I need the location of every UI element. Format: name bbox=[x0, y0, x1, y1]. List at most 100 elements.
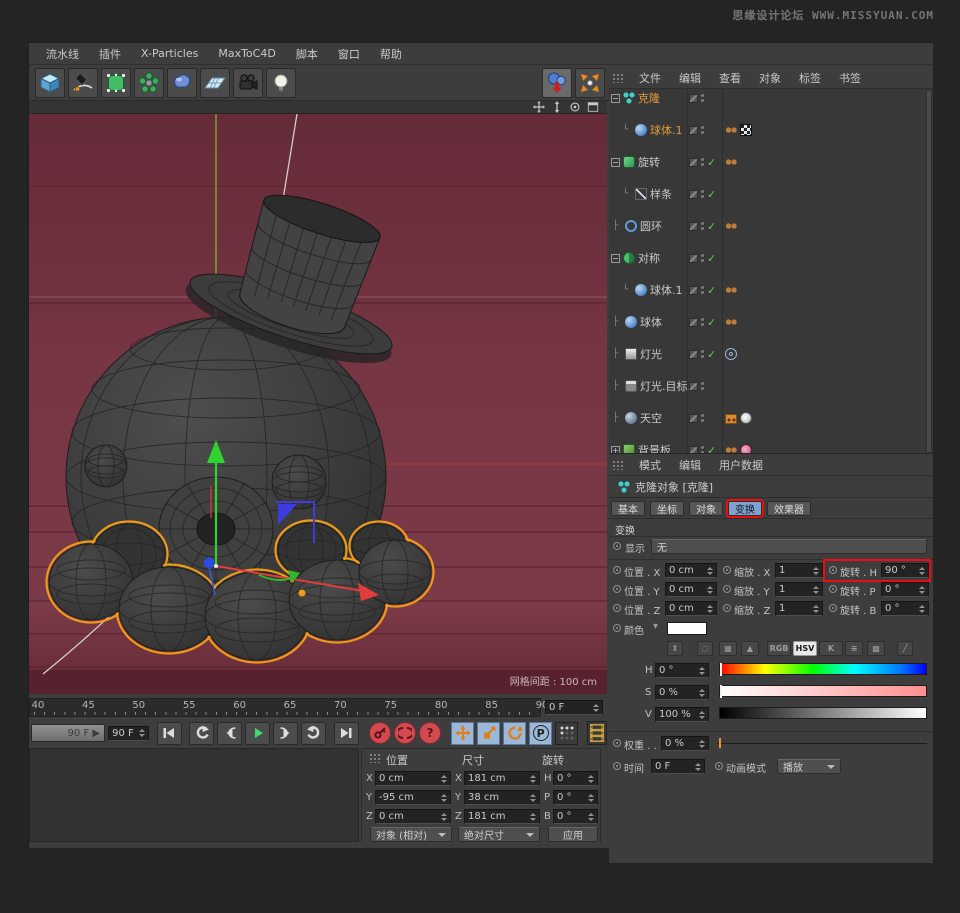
timeline-film-icon[interactable] bbox=[587, 721, 607, 745]
weight-slider-handle[interactable] bbox=[719, 738, 721, 748]
position-field[interactable]: 0 cm bbox=[665, 563, 717, 578]
spline-pen-icon[interactable] bbox=[68, 68, 98, 98]
keyframe-dot-icon[interactable] bbox=[613, 762, 621, 770]
viewport[interactable]: 网格间距 : 100 cm bbox=[29, 101, 607, 694]
om-menu-item-4[interactable]: 标签 bbox=[790, 68, 830, 88]
apply-button[interactable]: 应用 bbox=[548, 827, 598, 842]
visibility-dots-icon[interactable] bbox=[701, 350, 704, 358]
layer-box-icon[interactable] bbox=[689, 158, 698, 167]
color-wheel-icon[interactable]: ◌ bbox=[697, 641, 713, 656]
enabled-checkmark-icon[interactable]: ✓ bbox=[707, 348, 717, 361]
visibility-cell[interactable]: ✓ bbox=[689, 282, 717, 298]
object-row-球体[interactable]: ├球体✓ bbox=[609, 314, 933, 330]
visibility-cell[interactable] bbox=[689, 378, 717, 394]
stepper-icon[interactable] bbox=[699, 740, 705, 748]
hsv-field[interactable]: 0 ° bbox=[655, 663, 709, 678]
object-row-灯光[interactable]: ├灯光✓ bbox=[609, 346, 933, 362]
key-scale-button[interactable] bbox=[477, 722, 500, 745]
scale-field[interactable]: 1 bbox=[775, 582, 823, 597]
cage-deformer-icon[interactable] bbox=[101, 68, 131, 98]
visibility-cell[interactable]: ✓ bbox=[689, 218, 717, 234]
visibility-dots-icon[interactable] bbox=[701, 190, 704, 198]
coords-rotation-field[interactable]: 0 ° bbox=[553, 790, 598, 805]
object-row-旋转[interactable]: −旋转✓ bbox=[609, 154, 933, 170]
weight-field[interactable]: 0 % bbox=[661, 736, 709, 751]
coords-position-field[interactable]: -95 cm bbox=[375, 790, 451, 805]
stepper-icon[interactable] bbox=[588, 813, 594, 821]
tag-phong-icon[interactable] bbox=[725, 124, 737, 136]
panel-grip-icon[interactable] bbox=[612, 460, 624, 470]
tag-compositing-icon[interactable] bbox=[725, 414, 737, 424]
enabled-checkmark-icon[interactable]: ✓ bbox=[707, 444, 717, 455]
layer-box-icon[interactable] bbox=[689, 414, 698, 423]
panel-grip-icon[interactable] bbox=[612, 73, 624, 83]
viewport-canvas[interactable] bbox=[29, 114, 607, 694]
enabled-checkmark-icon[interactable]: ✓ bbox=[707, 156, 717, 169]
array-object-icon[interactable] bbox=[134, 68, 164, 98]
spectrum-icon[interactable]: ▦ bbox=[719, 641, 737, 656]
key-parameter-button[interactable]: P bbox=[529, 722, 552, 745]
current-frame-field[interactable]: 90 F bbox=[108, 726, 149, 741]
key-rotation-button[interactable] bbox=[503, 722, 526, 745]
coords-size-field[interactable]: 181 cm bbox=[464, 809, 540, 824]
stepper-icon[interactable] bbox=[441, 813, 447, 821]
stepper-icon[interactable] bbox=[919, 586, 925, 594]
keyframe-dot-icon[interactable] bbox=[613, 585, 621, 593]
stepper-icon[interactable] bbox=[588, 775, 594, 783]
keyframe-dot-icon[interactable] bbox=[723, 585, 731, 593]
timeline-power-slider[interactable]: 90 F ▶ bbox=[31, 724, 105, 742]
expand-toggle-icon[interactable]: − bbox=[611, 158, 620, 167]
object-row-天空[interactable]: ├天空 bbox=[609, 410, 933, 426]
keyframe-dot-icon[interactable] bbox=[613, 542, 621, 550]
next-key-button[interactable] bbox=[301, 722, 326, 745]
tab-对象[interactable]: 对象 bbox=[689, 501, 723, 516]
stepper-icon[interactable] bbox=[699, 667, 705, 675]
light-icon[interactable] bbox=[266, 68, 296, 98]
object-row-球体.1[interactable]: └球体.1✓ bbox=[609, 282, 933, 298]
stepper-icon[interactable] bbox=[707, 605, 713, 613]
color-collapse-caret-icon[interactable]: ▾ bbox=[653, 621, 658, 632]
visibility-dots-icon[interactable] bbox=[701, 286, 704, 294]
visibility-cell[interactable]: ✓ bbox=[689, 154, 717, 170]
tab-基本[interactable]: 基本 bbox=[611, 501, 645, 516]
layer-box-icon[interactable] bbox=[689, 446, 698, 455]
position-field[interactable]: 0 cm bbox=[665, 582, 717, 597]
coords-position-field[interactable]: 0 cm bbox=[375, 771, 451, 786]
main-menu-item-0[interactable]: 流水线 bbox=[37, 44, 88, 64]
tag-phong-icon[interactable] bbox=[725, 156, 737, 168]
tag-phong-icon[interactable] bbox=[725, 284, 737, 296]
stepper-icon[interactable] bbox=[530, 794, 536, 802]
layer-box-icon[interactable] bbox=[689, 190, 698, 199]
enabled-checkmark-icon[interactable]: ✓ bbox=[707, 220, 717, 233]
weight-slider[interactable] bbox=[717, 743, 927, 744]
rotation-field[interactable]: 0 ° bbox=[881, 601, 929, 616]
record-keyframe-button[interactable] bbox=[369, 722, 391, 744]
time-field[interactable]: 0 F bbox=[651, 759, 705, 774]
key-position-button[interactable] bbox=[451, 722, 474, 745]
layer-box-icon[interactable] bbox=[689, 350, 698, 359]
main-menu-item-3[interactable]: MaxToC4D bbox=[209, 45, 284, 62]
tag-target-icon[interactable] bbox=[725, 348, 737, 360]
stepper-icon[interactable] bbox=[707, 586, 713, 594]
visibility-dots-icon[interactable] bbox=[701, 254, 704, 262]
object-row-克隆[interactable]: −克隆 bbox=[609, 90, 933, 106]
om-menu-item-5[interactable]: 书签 bbox=[830, 68, 870, 88]
tag-phong-icon[interactable] bbox=[725, 316, 737, 328]
main-menu-item-1[interactable]: 插件 bbox=[90, 44, 130, 64]
enabled-checkmark-icon[interactable]: ✓ bbox=[707, 252, 717, 265]
timeline-ruler[interactable]: 4045505560657075808590 bbox=[29, 698, 541, 717]
stepper-icon[interactable] bbox=[707, 567, 713, 575]
stepper-icon[interactable] bbox=[695, 763, 701, 771]
keyframe-dot-icon[interactable] bbox=[829, 566, 837, 574]
tag-phong-icon[interactable] bbox=[725, 444, 737, 454]
anim-mode-dropdown[interactable]: 播放 bbox=[777, 759, 841, 774]
hsv-field[interactable]: 100 % bbox=[655, 707, 709, 722]
main-menu-item-6[interactable]: 帮助 bbox=[371, 44, 411, 64]
stepper-icon[interactable] bbox=[441, 794, 447, 802]
stepper-icon[interactable] bbox=[699, 689, 705, 697]
swatch-mixer-icon[interactable]: ▩ bbox=[867, 641, 885, 656]
layer-box-icon[interactable] bbox=[689, 126, 698, 135]
camera-icon[interactable] bbox=[233, 68, 263, 98]
layer-box-icon[interactable] bbox=[689, 286, 698, 295]
visibility-dots-icon[interactable] bbox=[701, 414, 704, 422]
